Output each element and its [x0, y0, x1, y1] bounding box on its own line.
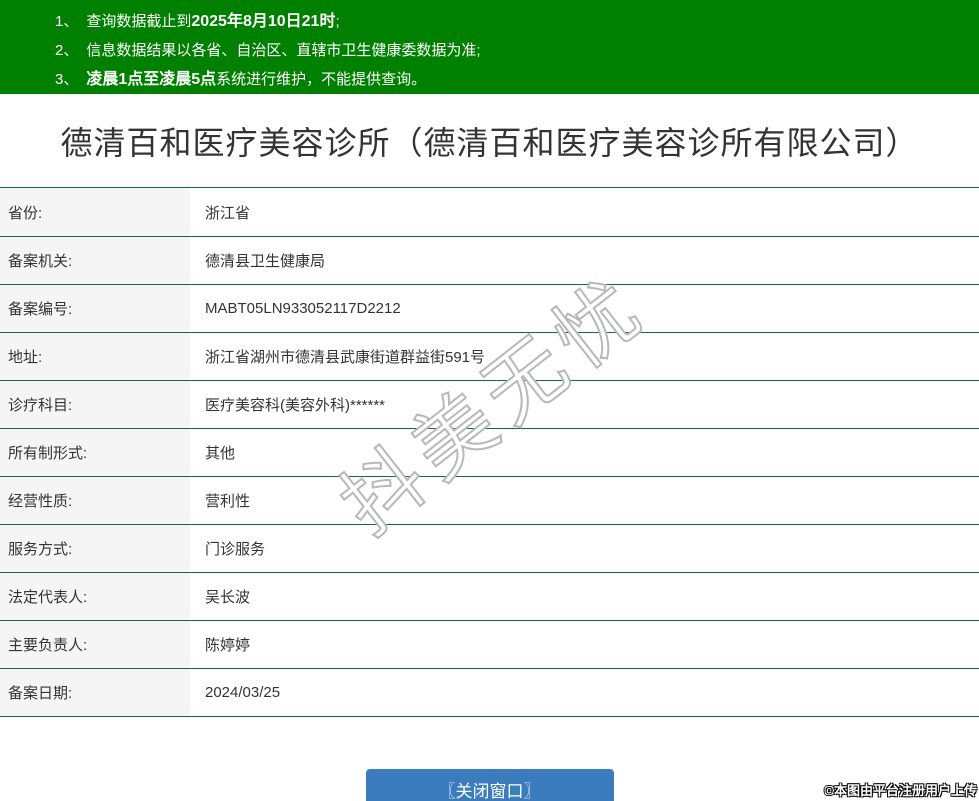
table-row-ownership-form: 所有制形式: 其他: [0, 428, 979, 476]
notice-number: 3、: [55, 71, 78, 88]
row-label: 备案编号:: [0, 285, 190, 332]
row-label: 法定代表人:: [0, 573, 190, 620]
notice-text-bold: 凌晨1点至凌晨5点: [86, 71, 216, 88]
row-label: 主要负责人:: [0, 621, 190, 668]
row-value: 陈婷婷: [190, 621, 979, 668]
notice-bar: 1、查询数据截止到2025年8月10日21时; 2、信息数据结果以各省、自治区、…: [0, 0, 979, 94]
table-row-filing-date: 备案日期: 2024/03/25: [0, 668, 979, 716]
notice-line-2: 2、信息数据结果以各省、自治区、直辖市卫生健康委数据为准;: [55, 36, 979, 65]
notice-text: 信息数据结果以各省、自治区、直辖市卫生健康委数据为准;: [86, 42, 480, 59]
table-row-main-person-in-charge: 主要负责人: 陈婷婷: [0, 620, 979, 668]
table-row-legal-representative: 法定代表人: 吴长波: [0, 572, 979, 620]
table-row-filing-authority: 备案机关: 德清县卫生健康局: [0, 236, 979, 284]
row-label: 服务方式:: [0, 525, 190, 572]
table-row-business-nature: 经营性质: 营利性: [0, 476, 979, 524]
row-label: 所有制形式:: [0, 429, 190, 476]
page-title: 德清百和医疗美容诊所（德清百和医疗美容诊所有限公司）: [60, 118, 918, 164]
row-value: 浙江省湖州市德清县武康街道群益街591号: [190, 333, 979, 380]
row-value: 德清县卫生健康局: [190, 237, 979, 284]
row-value: 门诊服务: [190, 525, 979, 572]
table-row-clinical-subjects: 诊疗科目: 医疗美容科(美容外科)******: [0, 380, 979, 428]
row-value: 浙江省: [190, 188, 979, 236]
row-value: 其他: [190, 429, 979, 476]
notice-text: 查询数据截止到: [86, 13, 191, 30]
table-row-filing-number: 备案编号: MABT05LN933052117D2212: [0, 284, 979, 332]
notice-text: 系统进行维护，不能提供查询。: [216, 71, 426, 88]
notice-text-bold: 2025年8月10日21时: [191, 13, 335, 30]
registration-info-table: 省份: 浙江省 备案机关: 德清县卫生健康局 备案编号: MABT05LN933…: [0, 187, 979, 717]
row-value: 吴长波: [190, 573, 979, 620]
notice-number: 1、: [55, 13, 78, 30]
row-label: 备案机关:: [0, 237, 190, 284]
row-label: 经营性质:: [0, 477, 190, 524]
title-section: 德清百和医疗美容诊所（德清百和医疗美容诊所有限公司）: [0, 94, 979, 187]
notice-line-3: 3、凌晨1点至凌晨5点系统进行维护，不能提供查询。: [55, 65, 979, 94]
row-value: 2024/03/25: [190, 669, 979, 716]
table-row-service-mode: 服务方式: 门诊服务: [0, 524, 979, 572]
close-window-button[interactable]: 〖关闭窗口〗: [366, 769, 614, 801]
row-label: 省份:: [0, 188, 190, 236]
notice-line-1: 1、查询数据截止到2025年8月10日21时;: [55, 7, 979, 36]
notice-text: ;: [335, 13, 339, 30]
row-label: 地址:: [0, 333, 190, 380]
table-row-province: 省份: 浙江省: [0, 188, 979, 236]
row-label: 诊疗科目:: [0, 381, 190, 428]
upload-copyright-note: ©本图由平台注册用户上传: [824, 780, 977, 799]
row-value: 医疗美容科(美容外科)******: [190, 381, 979, 428]
notice-number: 2、: [55, 42, 78, 59]
row-label: 备案日期:: [0, 669, 190, 716]
row-value: MABT05LN933052117D2212: [190, 285, 979, 332]
table-row-address: 地址: 浙江省湖州市德清县武康街道群益街591号: [0, 332, 979, 380]
row-value: 营利性: [190, 477, 979, 524]
